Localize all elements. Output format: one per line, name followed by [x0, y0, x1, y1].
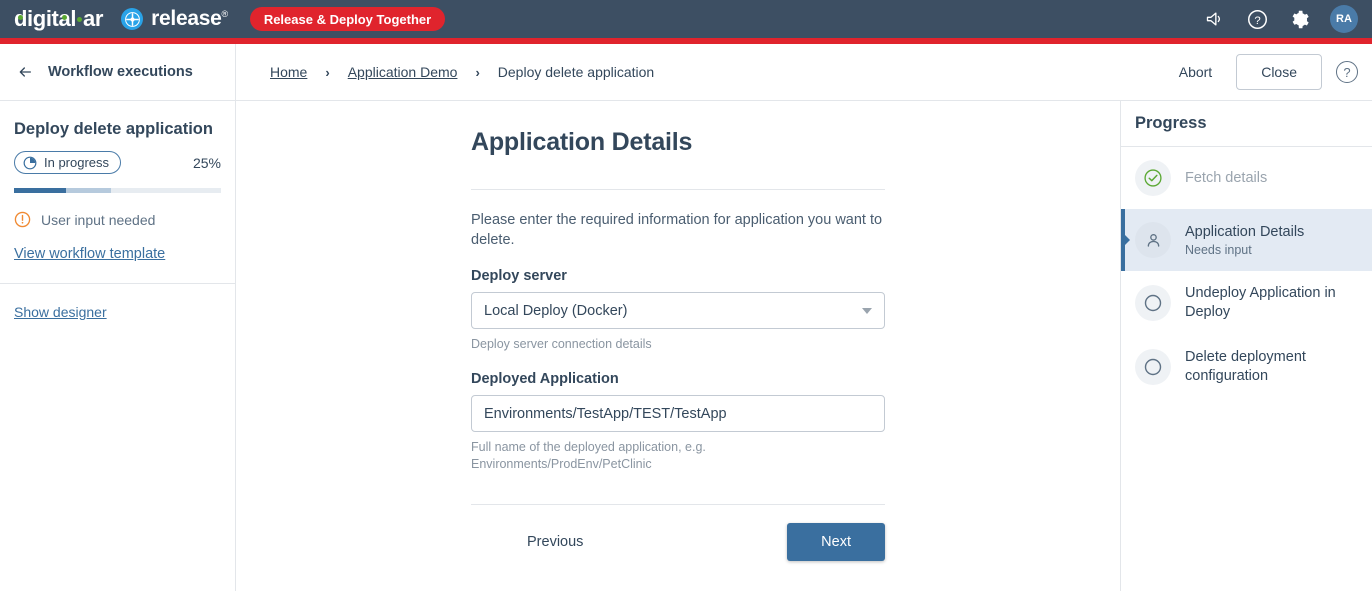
svg-text:?: ?: [1254, 14, 1260, 26]
progress-step-undeploy-application[interactable]: Undeploy Application in Deploy: [1121, 271, 1372, 335]
progress-step-application-details[interactable]: Application Details Needs input: [1121, 209, 1372, 271]
status-badge: In progress: [14, 151, 122, 174]
digital-ai-logo[interactable]: digitalar: [14, 6, 105, 32]
avatar[interactable]: RA: [1330, 5, 1358, 33]
megaphone-icon[interactable]: [1204, 8, 1226, 30]
sub-header-actions: Abort Close ?: [1169, 54, 1358, 90]
previous-button[interactable]: Previous: [503, 526, 607, 558]
progress-bar: [14, 188, 221, 193]
release-product-icon: [121, 8, 144, 30]
breadcrumb-item-application-demo[interactable]: Application Demo: [348, 64, 458, 80]
main-content: Application Details Please enter the req…: [236, 101, 1120, 591]
abort-button[interactable]: Abort: [1169, 58, 1222, 86]
progress-step-sublabel: Needs input: [1185, 243, 1252, 257]
user-input-warning-label: User input needed: [41, 211, 156, 228]
progress-step-text: Undeploy Application in Deploy: [1185, 284, 1358, 322]
progress-bar-secondary: [65, 188, 112, 193]
release-deploy-together-badge[interactable]: Release & Deploy Together: [249, 7, 446, 31]
breadcrumb-separator: ›: [475, 64, 480, 80]
status-badge-label: In progress: [44, 155, 110, 170]
breadcrumb: Home › Application Demo › Deploy delete …: [270, 64, 654, 80]
page-title: Workflow executions: [48, 64, 193, 80]
progress-step-text: Fetch details: [1185, 169, 1267, 188]
progress-step-label: Delete deployment configuration: [1185, 349, 1306, 384]
progress-step-fetch-details[interactable]: Fetch details: [1121, 147, 1372, 209]
execution-title: Deploy delete application: [14, 120, 213, 138]
deployed-application-hint: Full name of the deployed application, e…: [471, 440, 706, 471]
progress-step-text: Delete deployment configuration: [1185, 348, 1358, 386]
help-circle-icon[interactable]: ?: [1336, 61, 1358, 83]
chevron-down-icon: [862, 307, 872, 314]
close-button[interactable]: Close: [1236, 54, 1322, 90]
progress-percent-label: 25%: [192, 154, 221, 171]
deploy-server-hint: Deploy server connection details: [471, 337, 652, 351]
progress-step-text: Application Details Needs input: [1185, 223, 1304, 257]
deployed-application-value: Environments/TestApp/TEST/TestApp: [484, 405, 727, 422]
topbar-actions: ? RA: [1204, 5, 1358, 33]
release-wordmark: release®: [151, 7, 228, 30]
breadcrumb-item-current: Deploy delete application: [497, 64, 655, 80]
arrow-left-icon[interactable]: [16, 63, 34, 81]
progress-bar-fill: [14, 188, 66, 193]
form-title: Application Details: [471, 128, 693, 156]
progress-step-delete-deployment-configuration[interactable]: Delete deployment configuration: [1121, 335, 1372, 399]
gear-icon[interactable]: [1288, 8, 1310, 30]
circle-icon: [1135, 285, 1171, 321]
sub-header-left: Workflow executions: [0, 44, 236, 100]
show-designer-link[interactable]: Show designer: [14, 304, 107, 320]
form-actions: Previous Next: [471, 523, 885, 561]
execution-sidebar: Deploy delete application In progress 25…: [0, 101, 236, 591]
help-icon[interactable]: ?: [1246, 8, 1268, 30]
release-text: release: [151, 7, 222, 30]
app-root: digitalar release® Release & Deploy Toge…: [0, 0, 1372, 591]
sidebar-divider: [0, 283, 235, 284]
view-workflow-template-link[interactable]: View workflow template: [14, 246, 165, 262]
progress-panel: Progress Fetch details Application Detai…: [1120, 101, 1372, 591]
progress-panel-title: Progress: [1135, 114, 1207, 132]
progress-panel-header: Progress: [1121, 101, 1372, 147]
form-footer-divider: [471, 504, 885, 505]
deploy-server-value: Local Deploy (Docker): [484, 302, 628, 319]
execution-status-row: In progress 25%: [14, 151, 221, 174]
deployed-application-label: Deployed Application: [471, 371, 619, 387]
circle-icon: [1135, 349, 1171, 385]
deploy-server-label: Deploy server: [471, 268, 567, 284]
progress-step-label: Fetch details: [1185, 169, 1268, 186]
progress-step-label: Undeploy Application in Deploy: [1185, 285, 1336, 320]
next-button[interactable]: Next: [787, 523, 885, 561]
sub-header: Workflow executions Home › Application D…: [0, 44, 1372, 101]
user-icon: [1135, 222, 1171, 258]
check-circle-icon: [1135, 160, 1171, 196]
breadcrumb-item-home[interactable]: Home: [270, 64, 307, 80]
top-navigation-bar: digitalar release® Release & Deploy Toge…: [0, 0, 1372, 38]
progress-step-label: Application Details: [1185, 224, 1305, 240]
form-title-divider: [471, 189, 885, 190]
alert-circle-icon: [14, 211, 31, 228]
application-details-form: Application Details Please enter the req…: [471, 101, 885, 561]
form-intro-text: Please enter the required information fo…: [471, 212, 883, 248]
user-input-warning: User input needed: [14, 211, 221, 228]
deploy-server-select[interactable]: Local Deploy (Docker): [471, 292, 885, 329]
breadcrumb-separator: ›: [325, 64, 330, 80]
deployed-application-input[interactable]: Environments/TestApp/TEST/TestApp: [471, 395, 885, 432]
pie-clock-icon: [23, 156, 37, 170]
